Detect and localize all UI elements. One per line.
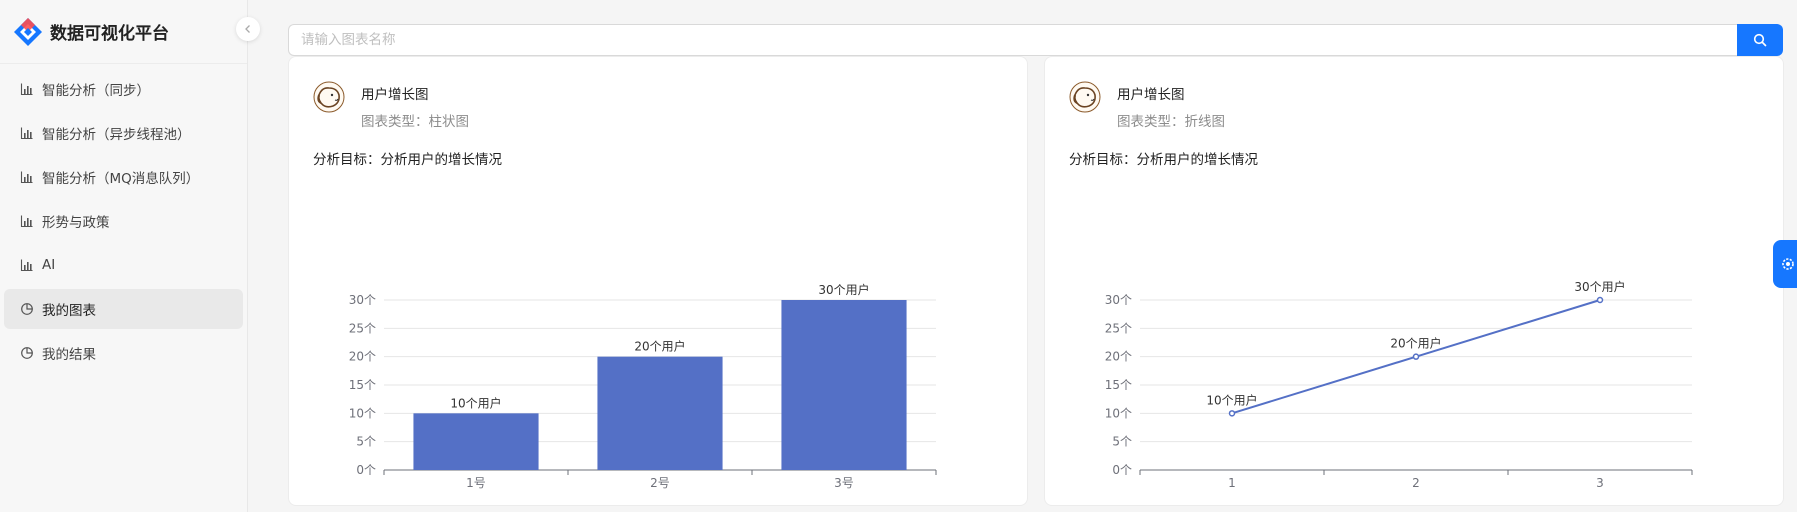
card-title: 用户增长图	[1117, 87, 1185, 103]
analysis-goal: 分析目标：分析用户的增长情况	[313, 152, 502, 168]
y-tick-label: 30个	[1105, 293, 1132, 307]
collapse-sidebar-button[interactable]	[236, 17, 260, 41]
sidebar-item-label: 我的图表	[42, 303, 96, 319]
avatar	[313, 81, 345, 113]
data-label: 20个用户	[1390, 336, 1441, 351]
x-tick-label: 3号	[834, 476, 854, 490]
y-tick-label: 0个	[1112, 463, 1132, 477]
x-tick-label: 1	[1228, 476, 1236, 490]
sidebar-item[interactable]: 我的图表	[4, 289, 243, 329]
y-tick-label: 25个	[1105, 321, 1132, 335]
chart-type-label: 图表类型：折线图	[1117, 114, 1225, 130]
sidebar-item-label: AI	[42, 257, 56, 273]
avatar	[1069, 81, 1101, 113]
x-tick-label: 2	[1412, 476, 1420, 490]
chevron-left-icon	[245, 25, 250, 33]
settings-drawer-button[interactable]	[1773, 240, 1797, 288]
chart-type-label: 图表类型：柱状图	[361, 114, 469, 130]
gear-icon	[1782, 258, 1794, 270]
sidebar-item[interactable]: AI	[4, 245, 243, 285]
y-tick-label: 30个	[349, 293, 376, 307]
y-tick-label: 5个	[1112, 435, 1132, 449]
bar	[781, 300, 907, 470]
sidebar: 数据可视化平台 智能分析（同步） 智能分析（异步线程池） 智能分析（MQ消息队列） 形…	[0, 0, 248, 512]
sidebar-item-label: 智能分析（MQ消息队列）	[42, 171, 200, 187]
sidebar-item-label: 智能分析（异步线程池）	[42, 127, 191, 143]
bar	[413, 413, 539, 470]
y-tick-label: 25个	[349, 321, 376, 335]
bar-chart: 0个 5个 10个 15个 20个 25个 30个 1号 2号 3号 10个用户 20个用户 30个用户	[349, 282, 937, 490]
bar-chart-icon	[20, 171, 33, 184]
bar-chart-icon	[20, 259, 33, 272]
pie-chart-icon	[21, 303, 33, 315]
y-tick-label: 15个	[349, 378, 376, 392]
y-tick-label: 20个	[1105, 350, 1132, 364]
app-title: 数据可视化平台	[50, 24, 169, 44]
data-point	[1412, 353, 1420, 360]
sidebar-item[interactable]: 智能分析（异步线程池）	[4, 113, 243, 153]
y-tick-label: 0个	[356, 463, 376, 477]
data-label: 30个用户	[1574, 279, 1625, 294]
sidebar-item[interactable]: 我的结果	[4, 333, 243, 373]
search-button[interactable]	[1737, 24, 1783, 56]
y-tick-label: 20个	[349, 350, 376, 364]
analysis-goal: 分析目标：分析用户的增长情况	[1069, 152, 1258, 168]
bar-chart-icon	[20, 215, 33, 228]
pie-chart-icon	[21, 347, 33, 359]
chart-card: 用户增长图 图表类型：柱状图 分析目标：分析用户的增长情况 0个 5个 10个 15个…	[288, 56, 1028, 506]
sidebar-menu: 智能分析（同步） 智能分析（异步线程池） 智能分析（MQ消息队列） 形势与政策 AI 我的…	[0, 64, 247, 373]
brand[interactable]: 数据可视化平台	[0, 0, 247, 64]
y-tick-label: 5个	[356, 435, 376, 449]
y-tick-label: 10个	[349, 406, 376, 420]
data-label: 30个用户	[818, 282, 869, 297]
data-label: 10个用户	[450, 395, 501, 410]
card-title: 用户增长图	[361, 87, 429, 103]
y-tick-label: 15个	[1105, 378, 1132, 392]
chart-card: 用户增长图 图表类型：折线图 分析目标：分析用户的增长情况 0个 5个 10个 15个…	[1044, 56, 1784, 506]
x-tick-label: 1号	[466, 476, 486, 490]
search-icon	[1753, 33, 1767, 47]
dog-avatar-icon	[313, 81, 345, 113]
logo-icon	[14, 17, 42, 46]
bar	[597, 356, 723, 470]
bar-chart-icon	[20, 83, 33, 96]
data-point	[1596, 296, 1604, 304]
x-tick-label: 2号	[650, 476, 670, 490]
data-point	[1228, 410, 1236, 417]
sidebar-item[interactable]: 形势与政策	[4, 201, 243, 241]
line-chart: 0个 5个 10个 15个 20个 25个 30个 1 2 3 10个用户 20个用户 30个用户	[1105, 279, 1693, 490]
sidebar-item-label: 形势与政策	[42, 215, 110, 231]
data-label: 10个用户	[1206, 392, 1257, 407]
sidebar-item[interactable]: 智能分析（同步）	[4, 69, 243, 109]
sidebar-item-label: 智能分析（同步）	[42, 83, 150, 99]
dog-avatar-icon	[1069, 81, 1101, 113]
data-label: 20个用户	[634, 339, 685, 354]
sidebar-item[interactable]: 智能分析（MQ消息队列）	[4, 157, 243, 197]
x-tick-label: 3	[1596, 476, 1604, 490]
y-tick-label: 10个	[1105, 406, 1132, 420]
sidebar-item-label: 我的结果	[42, 347, 96, 363]
bar-chart-icon	[20, 127, 33, 140]
search-input[interactable]	[288, 24, 1737, 56]
